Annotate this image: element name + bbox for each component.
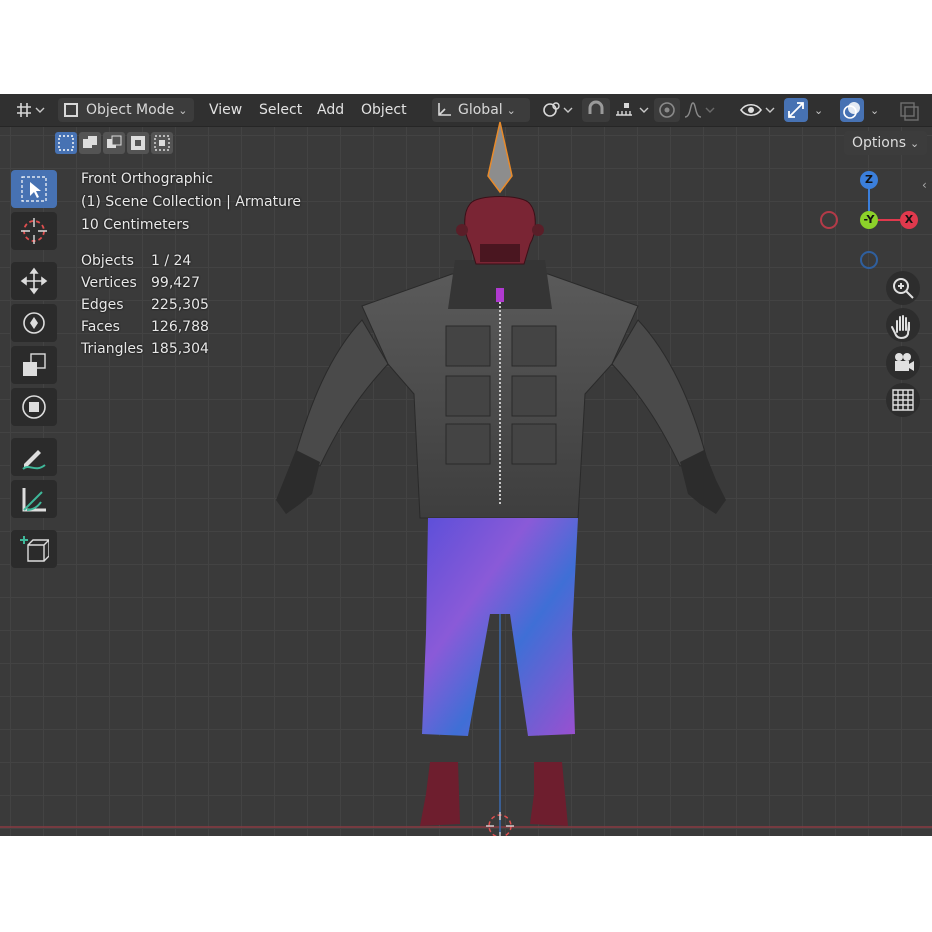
pocket (511, 375, 557, 417)
pocket (511, 423, 557, 465)
right-arm (611, 319, 707, 467)
boot-right (532, 736, 568, 762)
armature-bone (487, 121, 513, 194)
left-glove (276, 450, 320, 514)
helmet-ear (532, 224, 544, 236)
right-glove (680, 450, 726, 514)
helmet-visor (480, 244, 520, 262)
pocket (445, 423, 491, 465)
pocket (511, 325, 557, 367)
character-model[interactable] (0, 94, 932, 836)
pocket (445, 375, 491, 417)
boot-left (420, 762, 460, 826)
boot-left (428, 736, 464, 762)
zipper-pull (496, 288, 504, 302)
boot-right (530, 762, 568, 826)
left-arm (294, 319, 389, 467)
helmet-ear (456, 224, 468, 236)
pocket (445, 325, 491, 367)
3d-viewport[interactable]: Object Mode ⌄ View Select Add Object Glob… (0, 94, 932, 836)
